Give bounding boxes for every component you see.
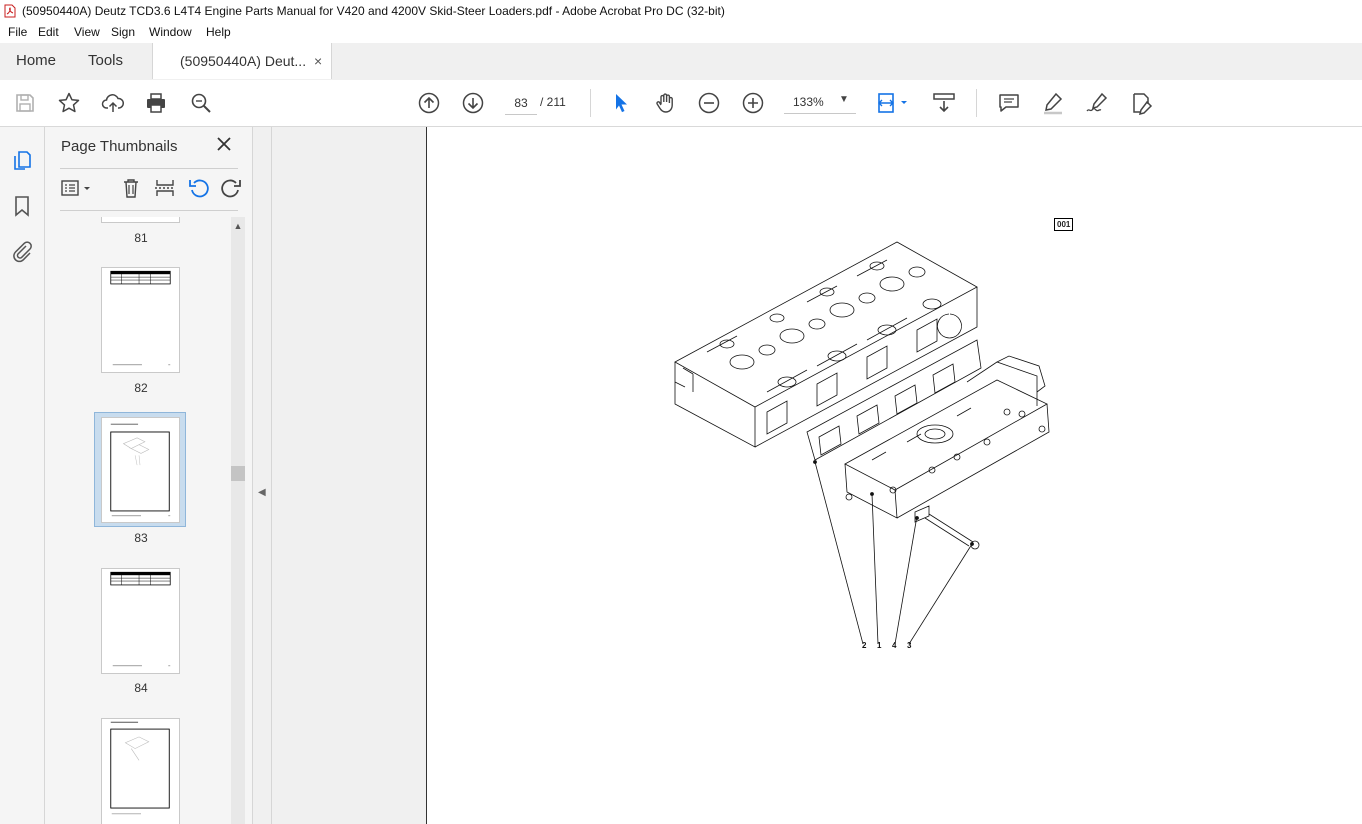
- thumbnail-label: 84: [134, 681, 148, 695]
- panel-title: Page Thumbnails: [61, 138, 178, 155]
- panel-collapse-handle[interactable]: ◀: [253, 127, 272, 824]
- prev-page-icon[interactable]: [417, 91, 441, 115]
- tab-bar: Home Tools (50950440A) Deut... ×: [0, 43, 1362, 81]
- menu-help[interactable]: Help: [206, 25, 231, 39]
- tab-tools[interactable]: Tools: [88, 43, 123, 79]
- acrobat-app-icon: [4, 4, 16, 18]
- menu-window[interactable]: Window: [149, 25, 192, 39]
- thumbnail-label: 82: [134, 381, 148, 395]
- rotate-counterclockwise-icon[interactable]: [188, 177, 210, 199]
- page-thumbnails-icon[interactable]: [10, 148, 34, 172]
- sign-icon[interactable]: [1085, 91, 1109, 115]
- print-icon[interactable]: [144, 91, 168, 115]
- page-thumbnail[interactable]: [101, 217, 180, 223]
- comment-icon[interactable]: [997, 91, 1021, 115]
- menu-file[interactable]: File: [8, 25, 27, 39]
- collapse-arrow-icon: ◀: [258, 487, 266, 498]
- thumbnail-preview-drawing: [110, 423, 171, 517]
- page-thumbnails-panel: Page Thumbnails 81 82 83 84 ▲: [45, 127, 253, 824]
- title-bar: (50950440A) Deutz TCD3.6 L4T4 Engine Par…: [0, 0, 1362, 22]
- bookmarks-icon[interactable]: [10, 194, 34, 218]
- page-number-input[interactable]: [505, 92, 537, 115]
- page-thumbnail-selected[interactable]: [101, 417, 180, 523]
- fit-page-icon[interactable]: [876, 91, 910, 115]
- figure-label: 001: [1054, 218, 1074, 231]
- divider: [60, 168, 238, 169]
- save-icon[interactable]: [13, 91, 37, 115]
- rotate-clockwise-icon[interactable]: [220, 177, 242, 199]
- chevron-down-icon: ▼: [839, 94, 849, 105]
- toolbar-divider: [590, 89, 591, 117]
- attachments-icon[interactable]: [10, 239, 34, 263]
- toolbar: / 211 133% ▼: [0, 80, 1362, 127]
- star-icon[interactable]: [57, 91, 81, 115]
- highlight-icon[interactable]: [1041, 91, 1065, 115]
- window-title: (50950440A) Deutz TCD3.6 L4T4 Engine Par…: [22, 4, 725, 18]
- next-page-icon[interactable]: [461, 91, 485, 115]
- callout-4: 4: [892, 641, 897, 650]
- page-thumbnail[interactable]: [101, 267, 180, 373]
- tab-document[interactable]: (50950440A) Deut... ×: [152, 43, 332, 79]
- page-thumbnail[interactable]: [101, 568, 180, 674]
- zoom-level-select[interactable]: 133% ▼: [784, 92, 856, 114]
- edit-pdf-icon[interactable]: [1129, 91, 1153, 115]
- pdf-page[interactable]: 001 2 1 4 3: [426, 127, 1362, 824]
- upload-icon[interactable]: [101, 91, 125, 115]
- scroll-up-icon[interactable]: ▲: [232, 220, 244, 232]
- menu-view[interactable]: View: [74, 25, 100, 39]
- thumbnail-label: 81: [134, 231, 148, 245]
- zoom-in-icon[interactable]: [741, 91, 765, 115]
- thumbnail-preview-table: [110, 270, 171, 366]
- close-tab-icon[interactable]: ×: [314, 43, 322, 79]
- menu-sign[interactable]: Sign: [111, 25, 135, 39]
- thumbnail-preview-table: [110, 571, 171, 667]
- scroll-mode-icon[interactable]: [932, 91, 956, 115]
- callout-3: 3: [907, 641, 912, 650]
- extract-page-icon[interactable]: [154, 177, 176, 199]
- menu-bar: File Edit View Sign Window Help: [0, 22, 1362, 43]
- thumbnail-label: 83: [134, 531, 148, 545]
- document-viewer[interactable]: 001 2 1 4 3: [272, 127, 1362, 824]
- callout-1: 1: [877, 641, 882, 650]
- thumbnail-preview-drawing: [110, 721, 170, 815]
- delete-page-icon[interactable]: [120, 177, 142, 199]
- thumbnail-options-icon[interactable]: [60, 177, 96, 199]
- page-thumbnail[interactable]: [101, 718, 180, 824]
- page-total: / 211: [540, 95, 566, 109]
- toolbar-divider: [976, 89, 977, 117]
- callout-2: 2: [862, 641, 867, 650]
- thumbnail-scrollbar[interactable]: [231, 217, 245, 824]
- close-panel-icon[interactable]: [215, 135, 233, 153]
- tab-home[interactable]: Home: [16, 43, 56, 79]
- zoom-value: 133%: [793, 95, 824, 109]
- thumbnail-list: 81 82 83 84: [45, 217, 231, 824]
- zoom-out-icon[interactable]: [697, 91, 721, 115]
- hand-icon[interactable]: [653, 91, 677, 115]
- viewer-background: [272, 127, 427, 824]
- divider: [60, 210, 238, 211]
- engine-cylinder-head-drawing: [674, 241, 1050, 645]
- navigation-rail: [0, 127, 45, 824]
- scrollbar-thumb[interactable]: [231, 466, 245, 481]
- menu-edit[interactable]: Edit: [38, 25, 59, 39]
- tab-document-label: (50950440A) Deut...: [180, 53, 307, 69]
- zoom-search-icon[interactable]: [189, 91, 213, 115]
- select-cursor-icon[interactable]: [609, 91, 633, 115]
